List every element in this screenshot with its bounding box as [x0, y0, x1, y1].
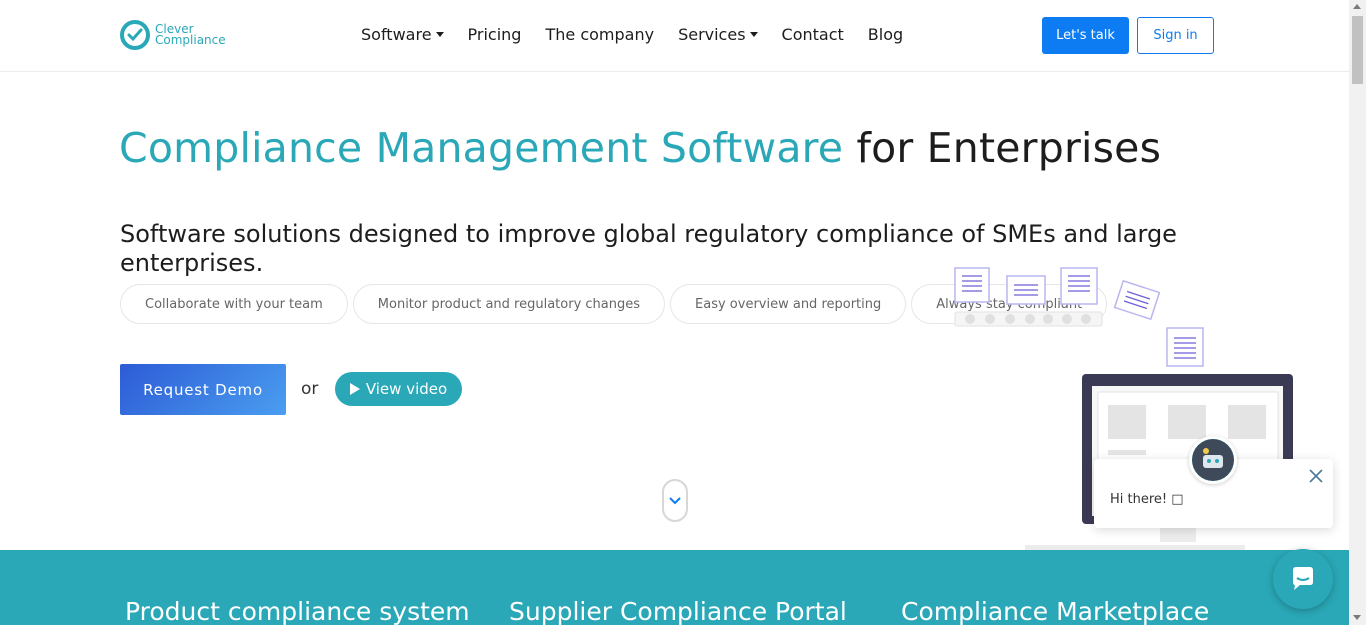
vertical-scrollbar[interactable] [1349, 0, 1366, 625]
caret-down-icon [435, 32, 444, 37]
feature-chip: Easy overview and reporting [670, 284, 907, 324]
nav-item-blog[interactable]: Blog [868, 25, 903, 44]
products-band: Product compliance system Supplier Compl… [0, 550, 1349, 625]
chat-launcher-button[interactable] [1273, 549, 1333, 609]
scroll-up-arrow-icon[interactable] [1353, 4, 1361, 9]
product-title-marketplace[interactable]: Compliance Marketplace [901, 597, 1209, 625]
scroll-down-button[interactable] [662, 479, 688, 522]
main-nav: Software Pricing The company Services Co… [361, 25, 927, 44]
hero-title-rest: for Enterprises [856, 124, 1162, 172]
chat-icon [1293, 567, 1313, 590]
scroll-down-arrow-icon[interactable] [1353, 615, 1361, 620]
logo-text: Clever Compliance [155, 23, 226, 47]
bot-avatar-icon [1192, 439, 1234, 481]
nav-item-contact[interactable]: Contact [782, 25, 844, 44]
nav-item-label: The company [545, 25, 655, 44]
hero-title-accent: Compliance Management Software [119, 124, 844, 172]
caret-down-icon [749, 32, 758, 37]
nav-item-software[interactable]: Software [361, 25, 444, 44]
product-title-compliance-system[interactable]: Product compliance system [125, 597, 470, 625]
logo[interactable]: Clever Compliance [120, 20, 226, 50]
nav-item-label: Software [361, 25, 432, 44]
lets-talk-button[interactable]: Let's talk [1042, 17, 1129, 54]
chevron-down-icon [669, 496, 681, 504]
product-title-supplier-portal[interactable]: Supplier Compliance Portal [509, 597, 847, 625]
logo-line2: Compliance [155, 33, 226, 47]
nav-item-label: Services [678, 25, 746, 44]
feature-chip: Monitor product and regulatory changes [352, 284, 666, 324]
nav-item-services[interactable]: Services [678, 25, 758, 44]
play-icon [349, 383, 360, 395]
logo-check-icon [120, 20, 150, 50]
hero-title: Compliance Management Software for Enter… [119, 124, 1161, 172]
sign-in-button[interactable]: Sign in [1137, 17, 1214, 54]
nav-item-the-company[interactable]: The company [545, 25, 654, 44]
site-header: Clever Compliance Software Pricing The c… [0, 0, 1349, 72]
view-video-label: View video [365, 380, 448, 398]
nav-item-label: Contact [781, 25, 844, 44]
scrollbar-thumb[interactable] [1352, 16, 1363, 84]
nav-item-pricing[interactable]: Pricing [468, 25, 522, 44]
or-separator: or [301, 379, 319, 399]
feature-chip: Collaborate with your team [120, 284, 348, 324]
chat-avatar [1189, 436, 1237, 484]
close-icon[interactable] [1308, 468, 1324, 484]
chat-greeting: Hi there! □ [1110, 492, 1184, 507]
view-video-button[interactable]: View video [335, 372, 462, 406]
nav-item-label: Pricing [467, 25, 522, 44]
nav-item-label: Blog [867, 25, 904, 44]
request-demo-button[interactable]: Request Demo [120, 364, 286, 415]
